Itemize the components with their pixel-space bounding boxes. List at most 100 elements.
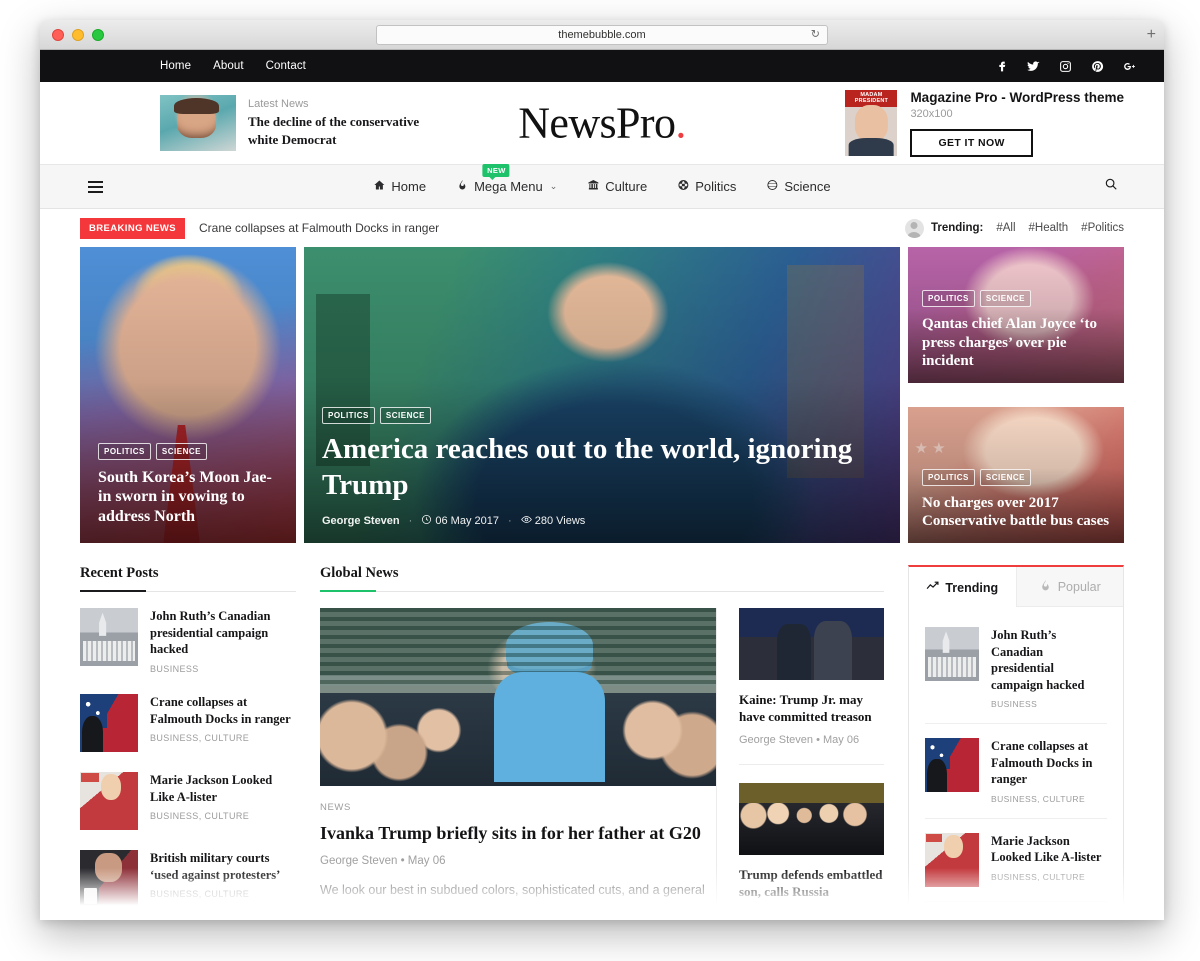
bank-icon xyxy=(587,179,599,194)
tab-popular[interactable]: Popular xyxy=(1015,567,1123,607)
feature-image-backdrop xyxy=(320,608,716,687)
list-item[interactable]: Marie Jackson Looked Like A-lister BUSIN… xyxy=(80,771,296,830)
post-thumbnail xyxy=(80,771,138,830)
hero-bottom-right-categories: POLITICS SCIENCE xyxy=(922,468,1110,486)
latest-news-block[interactable]: Latest News The decline of the conservat… xyxy=(160,95,438,151)
hero-card-bottom-right[interactable]: POLITICS SCIENCE No charges over 2017 Co… xyxy=(908,407,1124,543)
top-nav-item-contact[interactable]: Contact xyxy=(266,60,306,72)
list-item[interactable]: Kaine: Trump Jr. may have committed trea… xyxy=(739,608,884,746)
site-logo[interactable]: NewsPro. xyxy=(518,98,686,149)
post-title[interactable]: Marie Jackson Looked Like A-lister xyxy=(150,772,296,805)
list-item[interactable]: John Ruth’s Canadian presidential campai… xyxy=(80,608,296,674)
address-bar[interactable]: themebubble.com ↻ xyxy=(376,24,828,45)
post-thumbnail xyxy=(925,627,979,681)
post-categories: BUSINESS, CULTURE xyxy=(150,811,250,822)
nav-item-mega-menu[interactable]: Mega Menu ⌄ NEW xyxy=(456,164,557,194)
recent-posts-heading: Recent Posts xyxy=(80,565,296,592)
search-icon[interactable] xyxy=(1104,177,1118,196)
minimize-window-button[interactable] xyxy=(72,28,84,41)
hamburger-icon[interactable] xyxy=(88,180,103,193)
list-item[interactable]: John Ruth’s Canadian presidential campai… xyxy=(925,613,1107,724)
category-badge-politics[interactable]: POLITICS xyxy=(922,290,975,308)
feature-article[interactable]: NEWS Ivanka Trump briefly sits in for he… xyxy=(320,608,716,920)
hero-top-right-title[interactable]: Qantas chief Alan Joyce ‘to press charge… xyxy=(922,315,1110,371)
latest-news-title[interactable]: The decline of the conservative white De… xyxy=(248,113,438,148)
reload-icon[interactable]: ↻ xyxy=(811,29,820,40)
maximize-window-button[interactable] xyxy=(92,28,104,41)
feature-author: George Steven xyxy=(320,855,398,868)
hero-card-center[interactable]: POLITICS SCIENCE America reaches out to … xyxy=(304,247,900,543)
new-badge: NEW xyxy=(482,164,510,180)
feature-excerpt: We look our best in subdued colors, soph… xyxy=(320,883,705,920)
hero-center-views: 280 Views xyxy=(534,515,586,527)
pinterest-icon[interactable] xyxy=(1090,59,1104,73)
tab-trending[interactable]: Trending xyxy=(909,567,1016,607)
hero-center-title[interactable]: America reaches out to the world, ignori… xyxy=(322,432,882,504)
post-categories: BUSINESS, CULTURE xyxy=(150,733,250,744)
nav-items: Home Mega Menu ⌄ NEW Culture Politics Sc… xyxy=(373,164,831,194)
hero-left-categories: POLITICS SCIENCE xyxy=(98,442,278,460)
new-tab-button[interactable]: + xyxy=(1147,26,1156,43)
nav-item-politics-label: Politics xyxy=(695,179,737,194)
hero-card-top-right[interactable]: POLITICS SCIENCE Qantas chief Alan Joyce… xyxy=(908,247,1124,383)
category-badge-politics[interactable]: POLITICS xyxy=(922,468,975,486)
trending-label: Trending: xyxy=(930,222,984,234)
hero-center-views-wrap: 280 Views xyxy=(520,514,586,527)
post-title[interactable]: Crane collapses at Falmouth Docks in ran… xyxy=(150,694,296,727)
breaking-news-headline[interactable]: Crane collapses at Falmouth Docks in ran… xyxy=(199,221,439,235)
list-item[interactable]: Marie Jackson Looked Like A-lister BUSIN… xyxy=(925,819,1107,902)
nav-item-home[interactable]: Home xyxy=(373,179,426,194)
post-title[interactable]: Marie Jackson Looked Like A-lister xyxy=(991,833,1107,866)
post-title[interactable]: John Ruth’s Canadian presidential campai… xyxy=(991,627,1107,693)
category-badge-science[interactable]: SCIENCE xyxy=(979,290,1031,308)
list-item[interactable]: Crane collapses at Falmouth Docks in ran… xyxy=(925,724,1107,819)
hero-card-left[interactable]: POLITICS SCIENCE South Korea’s Moon Jae-… xyxy=(80,247,296,543)
hero-left-title[interactable]: South Korea’s Moon Jae-in sworn in vowin… xyxy=(98,468,278,527)
facebook-icon[interactable] xyxy=(994,59,1008,73)
post-thumbnail xyxy=(739,782,884,855)
flame-icon xyxy=(456,179,468,194)
post-thumbnail xyxy=(739,608,884,680)
post-categories: BUSINESS xyxy=(991,699,1038,709)
feature-date: May 06 xyxy=(407,855,446,868)
browser-window: themebubble.com ↻ + Home About Contact L… xyxy=(40,20,1164,920)
feature-category[interactable]: NEWS xyxy=(320,802,716,813)
twitter-icon[interactable] xyxy=(1026,59,1040,73)
list-item[interactable]: Trump defends embattled son, calls Russi… xyxy=(739,782,884,920)
promo-cta-button[interactable]: GET IT NOW xyxy=(910,128,1033,157)
post-title[interactable]: Kaine: Trump Jr. may have committed trea… xyxy=(739,691,884,726)
category-badge-politics[interactable]: POLITICS xyxy=(322,407,375,425)
post-title[interactable]: Crane collapses at Falmouth Docks in ran… xyxy=(991,738,1107,788)
post-title[interactable]: Trump defends embattled son, calls Russi… xyxy=(739,866,884,918)
post-title[interactable]: British military courts ‘used against pr… xyxy=(150,850,296,883)
hero-center-author: George Steven xyxy=(322,514,400,527)
list-item[interactable]: British military courts ‘used against pr… xyxy=(80,849,296,908)
post-thumbnail xyxy=(80,849,138,908)
globe-icon xyxy=(677,179,689,194)
hero-bottom-right-title[interactable]: No charges over 2017 Conservative battle… xyxy=(922,494,1110,531)
trending-popular-widget: Trending Popular John Ruth’s Canadian pr… xyxy=(908,565,1124,920)
list-item[interactable]: British military courts ‘used against pr… xyxy=(925,902,1107,921)
nav-item-science[interactable]: Science xyxy=(766,179,831,194)
instagram-icon[interactable] xyxy=(1058,59,1072,73)
tab-trending-label: Trending xyxy=(945,580,999,595)
trending-tag-health[interactable]: #Health xyxy=(1029,222,1069,234)
trending-tag-all[interactable]: #All xyxy=(996,222,1015,234)
category-badge-science[interactable]: SCIENCE xyxy=(379,407,431,425)
post-title[interactable]: John Ruth’s Canadian presidential campai… xyxy=(150,608,296,658)
category-badge-science[interactable]: SCIENCE xyxy=(979,468,1031,486)
category-badge-science[interactable]: SCIENCE xyxy=(155,442,207,460)
trending-tag-politics[interactable]: #Politics xyxy=(1081,222,1124,234)
feature-title[interactable]: Ivanka Trump briefly sits in for her fat… xyxy=(320,822,716,845)
nav-item-politics[interactable]: Politics xyxy=(677,179,736,194)
top-nav-item-home[interactable]: Home xyxy=(160,60,191,72)
category-badge-politics[interactable]: POLITICS xyxy=(98,442,151,460)
nav-item-culture[interactable]: Culture xyxy=(587,179,647,194)
hero-center-categories: POLITICS SCIENCE xyxy=(322,407,882,425)
list-item[interactable]: Crane collapses at Falmouth Docks in ran… xyxy=(80,693,296,752)
top-nav-item-about[interactable]: About xyxy=(213,60,244,72)
post-title[interactable]: British military courts ‘used against pr… xyxy=(991,916,1107,921)
close-window-button[interactable] xyxy=(52,28,64,41)
googleplus-icon[interactable] xyxy=(1122,59,1136,73)
widget-tabs: Trending Popular xyxy=(909,567,1123,607)
